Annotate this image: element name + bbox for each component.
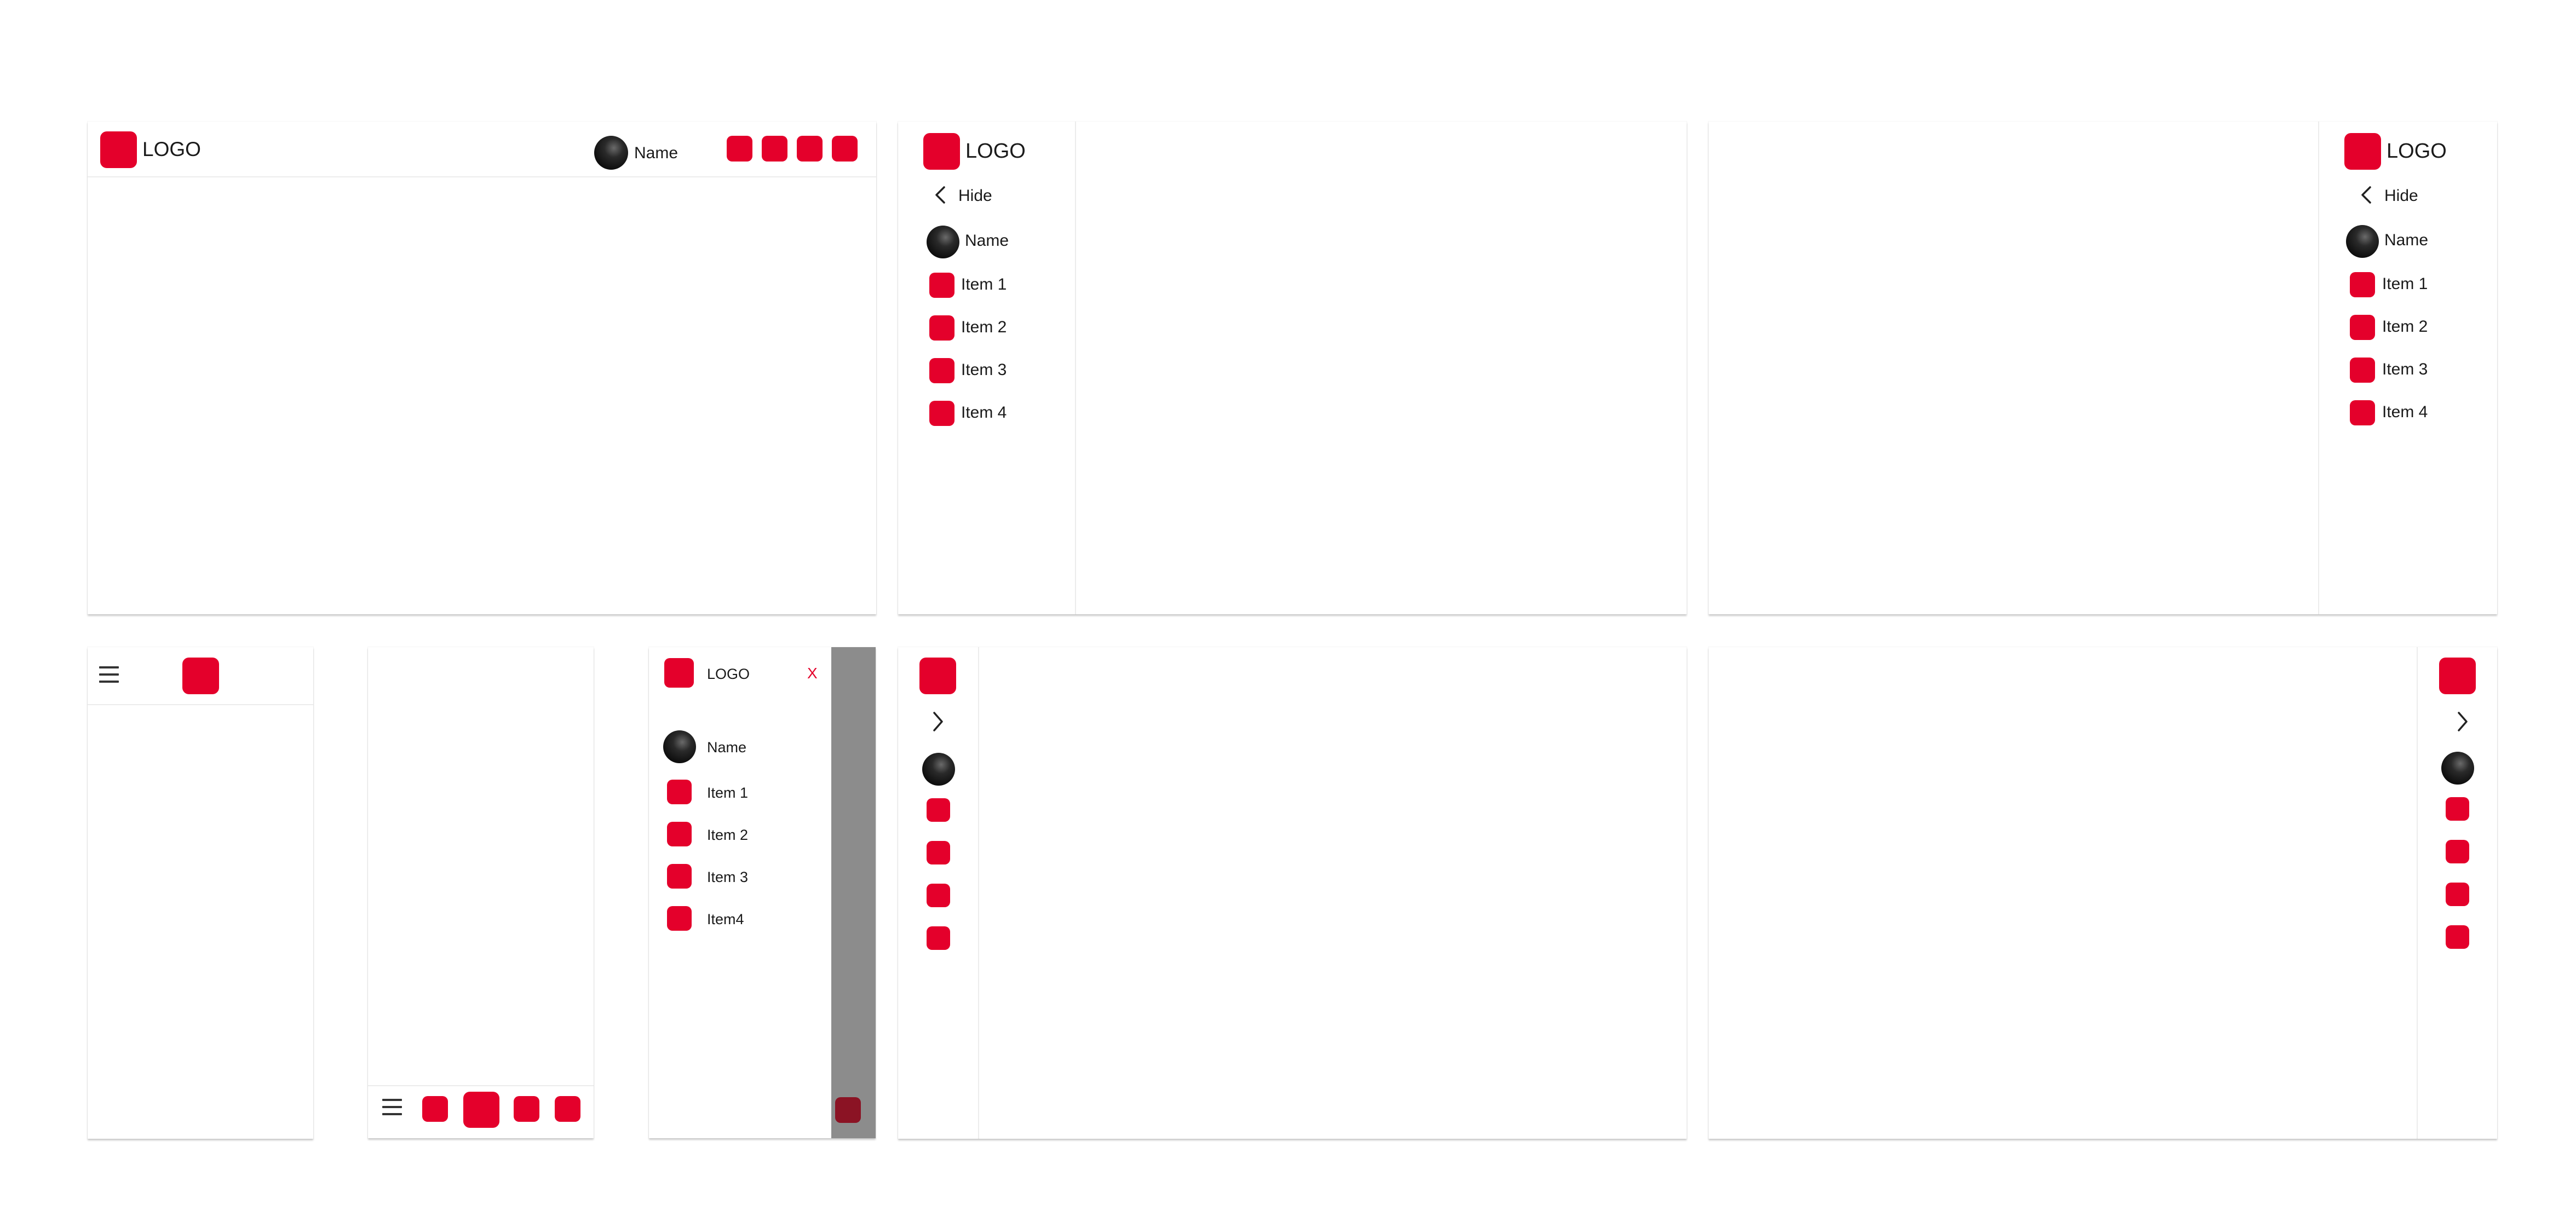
user-name[interactable]: Name (2384, 232, 2428, 249)
rail-item-2-button[interactable] (2446, 840, 2469, 863)
item-3-label: Item 3 (961, 361, 1007, 379)
logo-icon[interactable] (664, 658, 694, 688)
header-action-1-button[interactable] (727, 136, 752, 162)
item-3-icon (929, 358, 955, 383)
hamburger-menu-icon[interactable] (382, 1099, 402, 1115)
item-1-label: Item 1 (961, 275, 1007, 293)
item-4-icon (667, 906, 692, 931)
user-name[interactable]: Name (634, 145, 678, 162)
hide-button[interactable]: Hide (2360, 184, 2420, 206)
item-2-label: Item 2 (707, 827, 749, 843)
logo-text: LOGO (2387, 140, 2447, 163)
rail-item-4-button[interactable] (2446, 925, 2469, 949)
hamburger-menu-icon[interactable] (99, 666, 119, 683)
item-1-label: Item 1 (2382, 275, 2428, 293)
item-2-label: Item 2 (2382, 318, 2428, 336)
chevron-right-icon[interactable] (932, 712, 944, 731)
right-rail-layout (1709, 647, 2497, 1139)
rail-item-1-button[interactable] (927, 798, 950, 822)
bottom-nav-divider (368, 1085, 594, 1086)
item-4-icon (929, 401, 955, 426)
desktop-header-layout: LOGO Name (88, 122, 876, 614)
rail-divider (2417, 647, 2418, 1139)
chevron-right-icon[interactable] (2457, 712, 2469, 731)
hide-label: Hide (958, 187, 992, 205)
left-sidebar-layout: LOGO Hide Name Item 1 Item 2 Item 3 Item… (898, 122, 1687, 614)
rail-item-4-button[interactable] (927, 926, 950, 950)
rail-item-1-button[interactable] (2446, 797, 2469, 821)
user-name[interactable]: Name (707, 740, 746, 755)
logo-icon[interactable] (923, 133, 960, 170)
header-action-4-button[interactable] (832, 136, 858, 162)
avatar-icon[interactable] (922, 753, 955, 786)
item-2-icon (2350, 315, 2375, 340)
nav-item-2-button[interactable] (514, 1096, 539, 1122)
header-action-3-button[interactable] (797, 136, 823, 162)
item-3-label: Item 3 (707, 869, 749, 885)
mobile-bottom-nav-layout (368, 647, 594, 1138)
item-4-label: Item 4 (2382, 403, 2428, 421)
rail-item-3-button[interactable] (927, 884, 950, 907)
overlay-nav-button (835, 1097, 861, 1123)
logo-text: LOGO (965, 140, 1026, 163)
user-name[interactable]: Name (965, 233, 1009, 249)
topbar-divider (88, 704, 313, 705)
nav-item-3-button[interactable] (555, 1096, 580, 1122)
close-icon[interactable]: X (807, 666, 818, 681)
item-1-icon (929, 273, 955, 298)
item-2-label: Item 2 (961, 318, 1007, 336)
logo-text: LOGO (707, 666, 750, 682)
avatar-icon[interactable] (2441, 752, 2474, 785)
header-divider (88, 176, 876, 177)
header-action-2-button[interactable] (762, 136, 787, 162)
mobile-topbar-layout (88, 647, 313, 1139)
hide-label: Hide (2384, 187, 2418, 205)
item-3-label: Item 3 (2382, 360, 2428, 378)
logo-icon[interactable] (2439, 658, 2476, 694)
avatar-icon[interactable] (2346, 225, 2379, 258)
drawer-overlay[interactable] (831, 647, 876, 1138)
item-2-icon (929, 315, 955, 341)
rail-item-2-button[interactable] (927, 841, 950, 864)
item-1-label: Item 1 (707, 785, 749, 801)
hide-button[interactable]: Hide (934, 184, 994, 206)
item-4-icon (2350, 400, 2375, 425)
logo-icon[interactable] (919, 658, 956, 694)
sidebar-divider (2318, 122, 2319, 614)
item-2-icon (667, 822, 692, 846)
item-4-label: Item4 (707, 911, 744, 927)
item-3-icon (667, 864, 692, 889)
logo-icon[interactable] (100, 131, 137, 168)
logo-icon[interactable] (2344, 133, 2381, 170)
logo-text: LOGO (142, 138, 201, 160)
nav-item-1-button[interactable] (422, 1096, 448, 1122)
right-sidebar-layout: LOGO Hide Name Item 1 Item 2 Item 3 Item… (1709, 122, 2497, 614)
chevron-left-icon (935, 186, 945, 204)
left-rail-layout (898, 647, 1687, 1139)
logo-icon[interactable] (182, 658, 219, 694)
item-3-icon (2350, 358, 2375, 383)
nav-home-button[interactable] (463, 1092, 499, 1128)
avatar-icon[interactable] (927, 226, 959, 258)
item-1-icon (2350, 272, 2375, 297)
chevron-left-icon (2361, 186, 2371, 204)
rail-divider (978, 647, 979, 1139)
item-4-label: Item 4 (961, 404, 1007, 422)
avatar-icon[interactable] (663, 730, 696, 763)
mobile-drawer-layout: LOGO X Name Item 1 Item 2 Item 3 Item4 (649, 647, 876, 1138)
avatar-icon[interactable] (594, 136, 628, 170)
rail-item-3-button[interactable] (2446, 883, 2469, 906)
sidebar-divider (1075, 122, 1076, 614)
item-1-icon (667, 780, 692, 804)
